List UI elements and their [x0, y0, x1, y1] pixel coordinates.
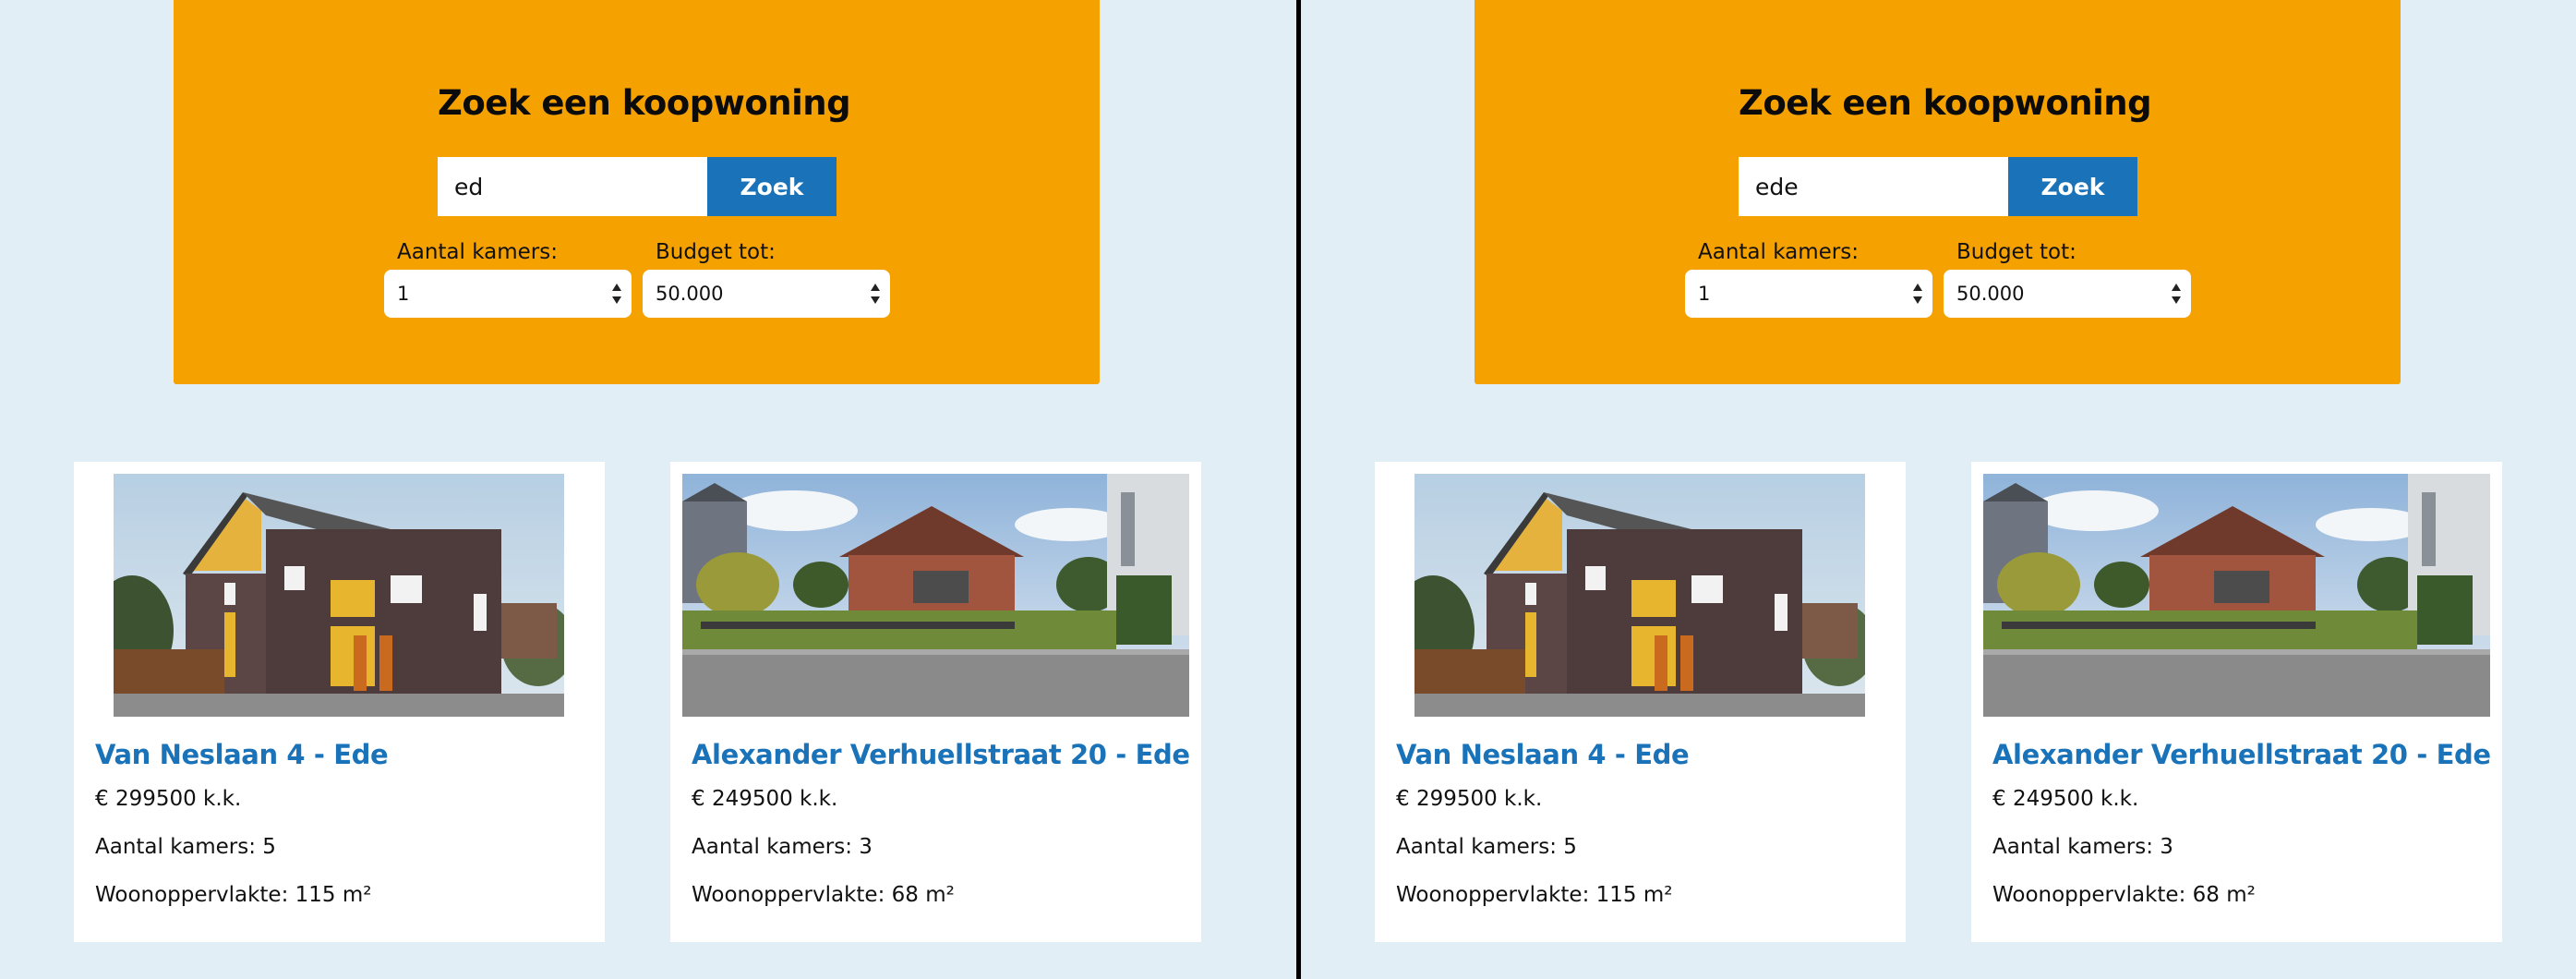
rooms-select-value: 1: [397, 283, 410, 305]
listing-area: Woonoppervlakte: 68 m²: [1992, 883, 2256, 907]
budget-select[interactable]: 50.000: [643, 270, 890, 318]
listing-card: Van Neslaan 4 - Ede € 299500 k.k. Aantal…: [74, 462, 605, 942]
listing-title[interactable]: Alexander Verhuellstraat 20 - Ede: [1992, 739, 2491, 770]
listing-card: Alexander Verhuellstraat 20 - Ede € 2495…: [1971, 462, 2502, 942]
listing-rooms: Aantal kamers: 5: [1396, 835, 1577, 859]
search-title: Zoek een koopwoning: [438, 83, 851, 123]
budget-label: Budget tot:: [656, 240, 776, 264]
rooms-select-value: 1: [1698, 283, 1711, 305]
rooms-label: Aantal kamers:: [397, 240, 558, 264]
listing-price: € 249500 k.k.: [692, 787, 838, 811]
listing-rooms: Aantal kamers: 5: [95, 835, 276, 859]
search-input[interactable]: [438, 157, 707, 216]
search-button[interactable]: Zoek: [707, 157, 837, 216]
listing-title[interactable]: Van Neslaan 4 - Ede: [95, 739, 389, 770]
search-input[interactable]: [1739, 157, 2008, 216]
budget-select-value: 50.000: [656, 283, 724, 305]
house-photo[interactable]: [114, 474, 564, 717]
listing-title[interactable]: Alexander Verhuellstraat 20 - Ede: [692, 739, 1190, 770]
panel-left: Zoek een koopwoning Zoek Aantal kamers: …: [0, 0, 1296, 979]
listing-rooms: Aantal kamers: 3: [1992, 835, 2173, 859]
select-arrows-icon: [611, 282, 622, 306]
search-box: Zoek een koopwoning Zoek Aantal kamers: …: [1475, 0, 2401, 384]
listing-area: Woonoppervlakte: 68 m²: [692, 883, 955, 907]
rooms-select[interactable]: 1: [384, 270, 632, 318]
house-photo[interactable]: [682, 474, 1189, 717]
listing-price: € 299500 k.k.: [95, 787, 242, 811]
listing-card: Van Neslaan 4 - Ede € 299500 k.k. Aantal…: [1375, 462, 1906, 942]
listing-area: Woonoppervlakte: 115 m²: [95, 883, 372, 907]
listing-price: € 299500 k.k.: [1396, 787, 1543, 811]
listing-area: Woonoppervlakte: 115 m²: [1396, 883, 1673, 907]
listing-price: € 249500 k.k.: [1992, 787, 2139, 811]
listing-rooms: Aantal kamers: 3: [692, 835, 873, 859]
house-photo[interactable]: [1983, 474, 2490, 717]
rooms-label: Aantal kamers:: [1698, 240, 1859, 264]
search-box: Zoek een koopwoning Zoek Aantal kamers: …: [174, 0, 1100, 384]
house-photo[interactable]: [1414, 474, 1865, 717]
panel-right: Zoek een koopwoning Zoek Aantal kamers: …: [1301, 0, 2576, 979]
search-button[interactable]: Zoek: [2008, 157, 2137, 216]
select-arrows-icon: [870, 282, 881, 306]
select-arrows-icon: [1912, 282, 1923, 306]
budget-select[interactable]: 50.000: [1944, 270, 2191, 318]
select-arrows-icon: [2171, 282, 2182, 306]
search-title: Zoek een koopwoning: [1739, 83, 2152, 123]
budget-label: Budget tot:: [1956, 240, 2076, 264]
budget-select-value: 50.000: [1956, 283, 2025, 305]
listing-title[interactable]: Van Neslaan 4 - Ede: [1396, 739, 1690, 770]
rooms-select[interactable]: 1: [1685, 270, 1932, 318]
listing-card: Alexander Verhuellstraat 20 - Ede € 2495…: [670, 462, 1201, 942]
